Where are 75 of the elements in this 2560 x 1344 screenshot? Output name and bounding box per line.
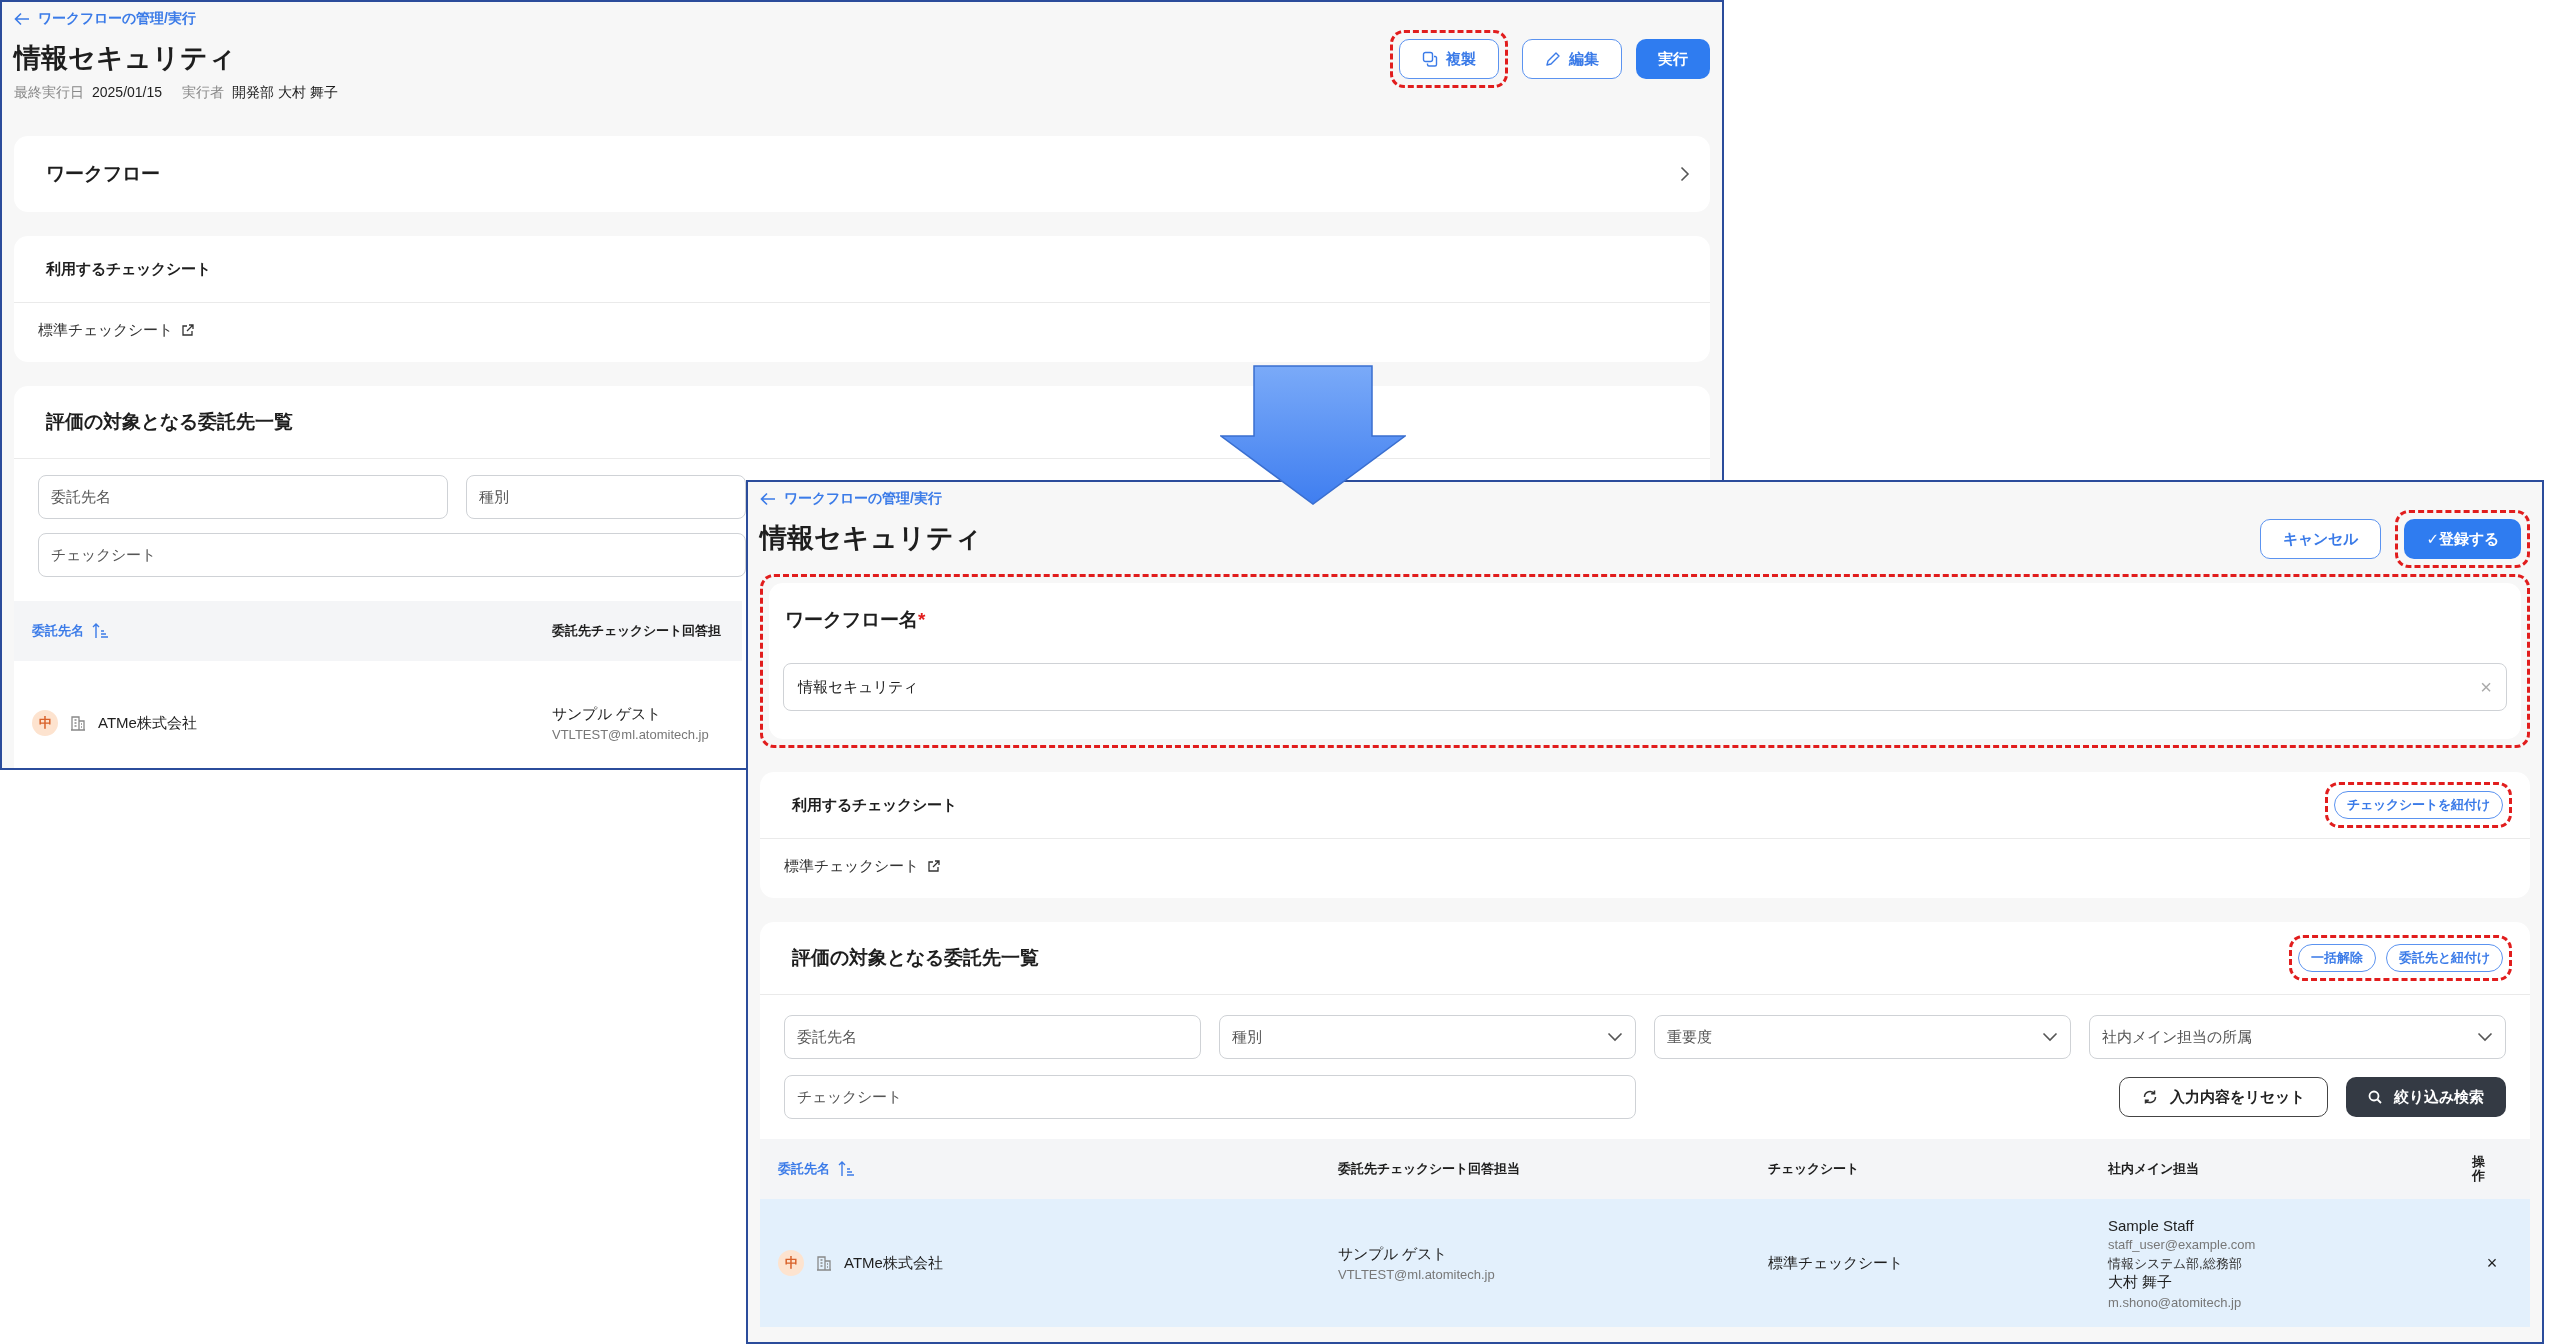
breadcrumb-link[interactable]: ワークフローの管理/実行: [38, 10, 196, 28]
staff-email: staff_user@example.com: [2108, 1236, 2257, 1252]
column-header[interactable]: 委託先名: [32, 622, 84, 640]
column-header[interactable]: 委託先チェックシート回答担: [552, 622, 721, 640]
staff-email: m.shono@atomitech.jp: [2108, 1294, 2243, 1310]
table-cell-text: VTLTEST@ml.atomitech.jp: [1338, 1266, 1496, 1282]
search-button[interactable]: 絞り込み検索: [2346, 1077, 2506, 1117]
chevron-down-icon: [2477, 1032, 2493, 1042]
priority-badge: 中: [32, 710, 58, 736]
remove-button[interactable]: ×: [2486, 1252, 2498, 1274]
building-icon: [70, 715, 86, 731]
section-title: 利用するチェックシート: [46, 259, 211, 279]
meta-value: 2025/01/15: [92, 84, 163, 100]
filter-field[interactable]: チェックシート: [38, 533, 746, 577]
page-title: 情報セキュリティ: [760, 522, 982, 555]
refresh-icon: [2142, 1089, 2158, 1105]
checksheet-link[interactable]: 標準チェックシート: [784, 857, 919, 876]
link-button[interactable]: チェックシートを紐付け: [2334, 791, 2503, 819]
staff-name: Sample Staff: [2108, 1216, 2195, 1234]
field-label: ワークフロー名*: [784, 608, 927, 632]
page-title: 情報セキュリティ: [14, 42, 237, 75]
search-icon: [2368, 1090, 2382, 1104]
external-link-icon[interactable]: [181, 324, 194, 337]
staff-department: 情報システム部,総務部: [2108, 1254, 2243, 1273]
section-title: 評価の対象となる委託先一覧: [792, 946, 1039, 970]
column-header[interactable]: チェックシート: [1768, 1160, 1859, 1178]
filter-field[interactable]: 重要度: [1654, 1015, 2071, 1059]
filter-field[interactable]: 種別: [466, 475, 746, 519]
filter-field[interactable]: 委託先名: [38, 475, 448, 519]
staff-name: 大村 舞子: [2108, 1272, 2174, 1292]
meta-label: 最終実行日: [14, 84, 84, 100]
chevron-down-icon: [2042, 1032, 2058, 1042]
breadcrumb-link[interactable]: ワークフローの管理/実行: [784, 490, 942, 508]
reset-button[interactable]: 入力内容をリセット: [2119, 1077, 2328, 1117]
chevron-right-icon[interactable]: [1680, 166, 1690, 182]
priority-badge: 中: [778, 1250, 804, 1276]
column-header[interactable]: 操作: [2472, 1154, 2485, 1184]
copy-icon: [1422, 51, 1438, 67]
sort-icon[interactable]: [838, 1161, 856, 1177]
table-cell-text: サンプル ゲスト: [552, 704, 663, 724]
chevron-down-icon: [1607, 1032, 1623, 1042]
column-header[interactable]: 委託先チェックシート回答担当: [1338, 1160, 1520, 1178]
table-cell-text: サンプル ゲスト: [1338, 1244, 1449, 1264]
action-button[interactable]: 実行: [1636, 39, 1710, 79]
filter-field[interactable]: 委託先名: [784, 1015, 1201, 1059]
filter-field[interactable]: チェックシート: [784, 1075, 1636, 1119]
filter-field[interactable]: 社内メイン担当の所属: [2089, 1015, 2506, 1059]
meta-value: 開発部 大村 舞子: [232, 84, 338, 100]
workflow-card[interactable]: ワークフロー: [14, 136, 1710, 212]
link-button[interactable]: 一括解除: [2298, 944, 2376, 972]
column-header[interactable]: 委託先名: [778, 1160, 830, 1178]
table-cell-text: VTLTEST@ml.atomitech.jp: [552, 726, 710, 742]
back-arrow-icon[interactable]: [760, 492, 776, 506]
table-row[interactable]: 中 ATMe株式会社 サンプル ゲスト VTLTEST@ml.atomitech.jp 標準チェックシート Sample Staff staff_user@example.com 情報システム部,総務部 大村 舞子 m.shono@atomitech.jp ×: [760, 1199, 2530, 1327]
back-arrow-icon[interactable]: [14, 12, 30, 26]
action-button[interactable]: キャンセル: [2260, 519, 2382, 559]
building-icon: [816, 1255, 832, 1271]
external-link-icon[interactable]: [927, 860, 940, 873]
table-cell: ATMe株式会社: [844, 1253, 943, 1273]
section-title: 利用するチェックシート: [792, 795, 957, 815]
table-cell: ATMe株式会社: [98, 713, 197, 733]
table-cell: 標準チェックシート: [1768, 1253, 1903, 1271]
name-input-field[interactable]: 情報セキュリティ ×: [783, 663, 2507, 711]
sort-icon[interactable]: [92, 623, 110, 639]
section-title: 評価の対象となる委託先一覧: [46, 410, 293, 434]
link-button[interactable]: 委託先と紐付け: [2386, 944, 2503, 972]
checksheet-link[interactable]: 標準チェックシート: [38, 321, 173, 340]
action-button[interactable]: 編集: [1522, 39, 1622, 79]
section-title: ワークフロー: [46, 162, 160, 186]
action-button[interactable]: ✓登録する: [2404, 519, 2521, 559]
meta-label: 実行者: [182, 84, 225, 100]
column-header[interactable]: 社内メイン担当: [2108, 1160, 2199, 1178]
action-button[interactable]: 複製: [1399, 39, 1499, 79]
filter-field[interactable]: 種別: [1219, 1015, 1636, 1059]
pencil-icon: [1545, 51, 1561, 67]
